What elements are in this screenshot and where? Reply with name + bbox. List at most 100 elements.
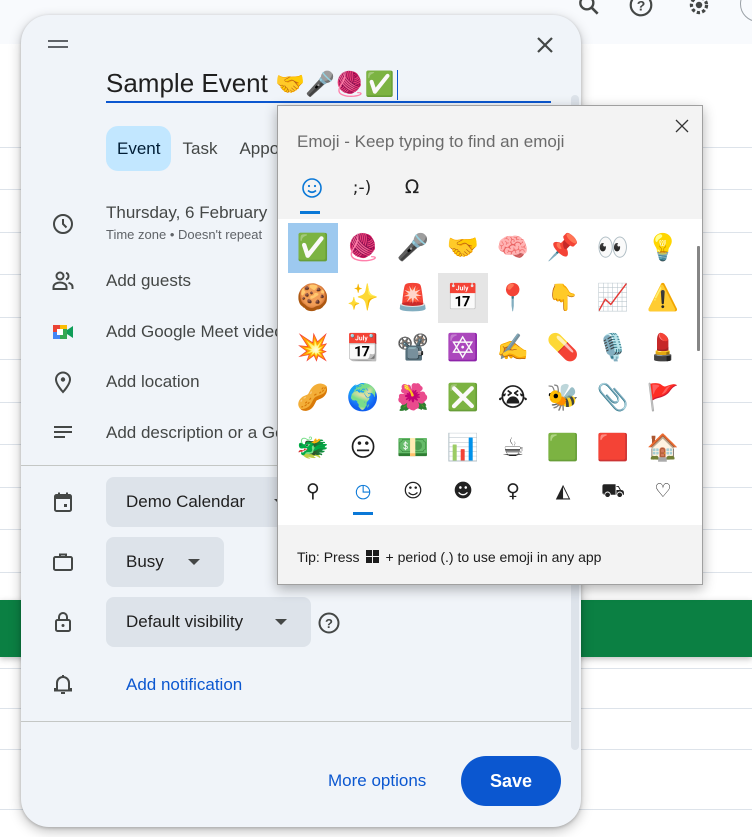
search-icon[interactable]: ⚲ xyxy=(298,478,328,504)
lock-icon xyxy=(55,612,71,632)
food-pizza-icon[interactable]: ◭ xyxy=(548,478,578,504)
emoji-cell[interactable]: 📅 xyxy=(438,273,488,323)
visibility-help-icon[interactable]: ? xyxy=(317,611,341,635)
smiley-icon xyxy=(302,178,322,198)
add-location-label[interactable]: Add location xyxy=(106,372,200,392)
emoji-cell[interactable]: 💵 xyxy=(388,423,438,473)
save-button[interactable]: Save xyxy=(461,756,561,806)
close-dialog-button[interactable] xyxy=(533,33,557,57)
emoji-search-prompt[interactable]: Emoji - Keep typing to find an emoji xyxy=(297,132,564,152)
title-emoji: ✅ xyxy=(364,71,395,98)
title-emoji: 🤝 xyxy=(275,71,305,98)
emoji-cell[interactable]: 🍪 xyxy=(288,273,338,323)
emoji-cell[interactable]: 🧶 xyxy=(338,223,388,273)
emoji-tip: Tip: Press + period (.) to use emoji in a… xyxy=(297,549,601,565)
svg-text:?: ? xyxy=(325,616,333,631)
emoji-cell[interactable]: 📍 xyxy=(488,273,538,323)
kaomoji-category-tab[interactable]: ;-) xyxy=(348,178,376,198)
emoji-cell[interactable]: 🚨 xyxy=(388,273,438,323)
smiley-icon[interactable]: ☺ xyxy=(398,478,428,504)
emoji-cell[interactable]: 📊 xyxy=(438,423,488,473)
emoji-cell[interactable]: ✨ xyxy=(338,273,388,323)
emoji-cell[interactable]: 😭 xyxy=(488,373,538,423)
settings-icon[interactable] xyxy=(686,0,712,18)
active-category-indicator xyxy=(300,211,320,214)
emoji-cell[interactable]: 🎙️ xyxy=(588,323,638,373)
emoji-cell[interactable]: 📽️ xyxy=(388,323,438,373)
emoji-cell[interactable]: 🏠 xyxy=(638,423,688,473)
emoji-cell[interactable]: 📌 xyxy=(538,223,588,273)
car-icon[interactable]: ⛟ xyxy=(598,478,628,504)
emoji-cell[interactable]: ✍️ xyxy=(488,323,538,373)
emoji-cell[interactable]: 👀 xyxy=(588,223,638,273)
calendar-select[interactable]: Demo Calendar xyxy=(106,477,286,527)
help-icon[interactable]: ? xyxy=(628,0,654,18)
date-text[interactable]: Thursday, 6 February xyxy=(106,203,267,223)
emoji-cell[interactable]: 📆 xyxy=(338,323,388,373)
balloon-icon[interactable]: ♀ xyxy=(498,478,528,504)
clock-icon xyxy=(53,214,73,234)
calendar-select-value: Demo Calendar xyxy=(126,492,246,511)
emoji-cell[interactable]: 💊 xyxy=(538,323,588,373)
emoji-cell[interactable]: 💡 xyxy=(638,223,688,273)
emoji-cell[interactable]: 🐝 xyxy=(538,373,588,423)
title-emoji: 🎤 xyxy=(305,71,335,98)
section-divider xyxy=(21,721,571,722)
event-title-text: Sample Event xyxy=(106,68,268,98)
emoji-category-tab[interactable] xyxy=(298,176,326,205)
emoji-cell[interactable]: 👇 xyxy=(538,273,588,323)
emoji-cell[interactable]: ❎ xyxy=(438,373,488,423)
active-section-indicator xyxy=(353,512,373,515)
emoji-cell[interactable]: 🟩 xyxy=(538,423,588,473)
google-meet-icon xyxy=(53,325,73,339)
emoji-cell[interactable]: 🎤 xyxy=(388,223,438,273)
emoji-cell[interactable]: 📈 xyxy=(588,273,638,323)
emoji-cell[interactable]: 🧠 xyxy=(488,223,538,273)
emoji-cell[interactable]: 🥜 xyxy=(288,373,338,423)
emoji-cell[interactable]: 💄 xyxy=(638,323,688,373)
add-guests-label[interactable]: Add guests xyxy=(106,271,191,291)
title-emoji: 🧶 xyxy=(334,71,365,98)
recent-clock-icon[interactable]: ◷ xyxy=(348,478,378,504)
tip-suffix: + period (.) to use emoji in any app xyxy=(385,549,602,565)
emoji-cell[interactable]: 📎 xyxy=(588,373,638,423)
add-notification-link[interactable]: Add notification xyxy=(126,675,242,695)
briefcase-icon xyxy=(53,553,73,571)
svg-text:?: ? xyxy=(637,0,646,13)
drag-handle[interactable] xyxy=(48,40,68,50)
account-avatar[interactable] xyxy=(740,0,752,22)
heart-icon[interactable]: ♡ xyxy=(648,478,678,504)
emoji-cell[interactable]: 🚩 xyxy=(638,373,688,423)
tab-task[interactable]: Task xyxy=(171,126,228,171)
emoji-grid-scrollbar[interactable] xyxy=(697,246,700,351)
emoji-cell[interactable]: ✅ xyxy=(288,223,338,273)
calendar-icon xyxy=(54,492,72,512)
emoji-cell[interactable]: 💥 xyxy=(288,323,338,373)
more-options-button[interactable]: More options xyxy=(328,771,426,791)
emoji-cell[interactable]: 🌺 xyxy=(388,373,438,423)
emoji-cell[interactable]: ☕ xyxy=(488,423,538,473)
emoji-cell[interactable]: 🌍 xyxy=(338,373,388,423)
visibility-select[interactable]: Default visibility xyxy=(106,597,311,647)
emoji-picker-panel: Emoji - Keep typing to find an emoji ;-)… xyxy=(277,105,703,585)
tip-prefix: Tip: Press xyxy=(297,549,360,565)
event-title-input[interactable]: Sample Event 🤝🎤🧶✅ xyxy=(106,65,551,103)
symbols-category-tab[interactable]: Ω xyxy=(398,176,426,198)
dropdown-arrow-icon xyxy=(188,559,200,565)
emoji-cell[interactable]: 🤝 xyxy=(438,223,488,273)
timezone-repeat-text[interactable]: Time zone • Doesn't repeat xyxy=(106,227,262,242)
people-icon[interactable]: ☻ xyxy=(448,478,478,504)
tab-event[interactable]: Event xyxy=(106,126,172,171)
bell-icon xyxy=(54,675,72,694)
availability-select-value: Busy xyxy=(126,552,164,571)
location-pin-icon xyxy=(54,371,72,394)
emoji-cell[interactable]: ⚠️ xyxy=(638,273,688,323)
emoji-cell[interactable]: 😐 xyxy=(338,423,388,473)
availability-select[interactable]: Busy xyxy=(106,537,224,587)
search-icon[interactable] xyxy=(576,0,602,18)
emoji-cell[interactable]: 🐲 xyxy=(288,423,338,473)
emoji-cell[interactable]: 🟥 xyxy=(588,423,638,473)
close-emoji-panel-button[interactable] xyxy=(674,118,690,134)
emoji-cell[interactable]: 🔯 xyxy=(438,323,488,373)
description-icon xyxy=(54,426,72,438)
